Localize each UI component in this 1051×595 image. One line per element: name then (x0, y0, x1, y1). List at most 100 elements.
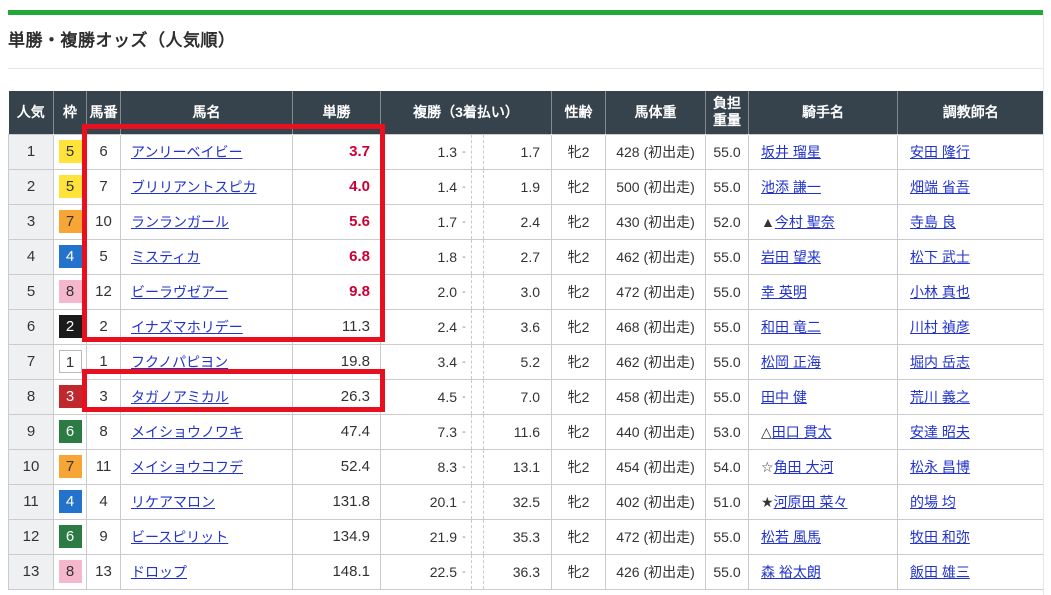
horse-name-link[interactable]: メイショウコフデ (131, 459, 243, 475)
trainer-link[interactable]: 畑端 省吾 (910, 179, 970, 195)
jockey-link[interactable]: 河原田 菜々 (774, 494, 848, 510)
horse-name-link[interactable]: ビースピリット (131, 529, 228, 545)
jockey-link[interactable]: 岩田 望来 (761, 249, 821, 265)
frame-cell: 7 (54, 204, 87, 239)
apprentice-mark: ▲ (761, 214, 775, 230)
horse-name-link[interactable]: イナズマホリデー (131, 319, 243, 335)
sex-age-cell: 牝2 (552, 204, 606, 239)
frame-badge: 2 (59, 315, 82, 338)
jockey-cell: 松若 風馬 (749, 519, 898, 554)
place-odds-max: 3.6 (484, 319, 551, 335)
place-odds-dash: - (457, 286, 471, 298)
horse-name-link[interactable]: フクノパピヨン (131, 354, 228, 370)
popularity-cell: 2 (9, 169, 54, 204)
jockey-link[interactable]: 幸 英明 (761, 284, 807, 300)
popularity-cell: 12 (9, 519, 54, 554)
col-header-place-odds: 複勝（3着払い） (381, 91, 552, 134)
place-odds-wrap: 3.4 - 5.2 (381, 345, 551, 379)
frame-cell: 8 (54, 554, 87, 589)
jockey-link[interactable]: 森 裕太朗 (761, 564, 821, 580)
horse-name-link[interactable]: メイショウノワキ (131, 424, 243, 440)
horse-name-link[interactable]: タガノアミカル (131, 389, 229, 405)
jockey-link[interactable]: 松岡 正海 (761, 354, 821, 370)
apprentice-mark: ★ (761, 494, 774, 510)
frame-cell: 8 (54, 274, 87, 309)
win-odds-cell: 148.1 (293, 554, 381, 589)
place-odds-separator (471, 450, 484, 484)
win-odds-cell: 11.3 (293, 309, 381, 344)
trainer-link[interactable]: 川村 禎彦 (910, 319, 970, 335)
horse-number-cell: 10 (87, 204, 121, 239)
trainer-link[interactable]: 安田 隆行 (910, 144, 970, 160)
jockey-link[interactable]: 坂井 瑠星 (761, 144, 821, 160)
place-odds-dash: - (457, 251, 471, 263)
table-row: 10 7 11 メイショウコフデ 52.4 8.3 - 13.1 牝2 454 … (9, 449, 1044, 484)
horse-name-cell: メイショウコフデ (121, 449, 293, 484)
place-odds-dash: - (457, 391, 471, 403)
trainer-link[interactable]: 小林 真也 (910, 284, 970, 300)
place-odds-min: 20.1 (381, 494, 457, 510)
frame-badge: 8 (59, 280, 82, 303)
place-odds-max: 35.3 (484, 529, 551, 545)
horse-number-cell: 1 (87, 344, 121, 379)
popularity-cell: 8 (9, 379, 54, 414)
horse-name-link[interactable]: ブリリアントスピカ (131, 179, 256, 195)
jockey-cell: ☆角田 大河 (749, 449, 898, 484)
place-odds-separator (471, 485, 484, 519)
trainer-link[interactable]: 的場 均 (910, 494, 956, 510)
place-odds-min: 22.5 (381, 564, 457, 580)
load-weight-cell: 55.0 (706, 519, 749, 554)
jockey-link[interactable]: 松若 風馬 (761, 529, 821, 545)
place-odds-min: 21.9 (381, 529, 457, 545)
horse-number-cell: 12 (87, 274, 121, 309)
place-odds-min: 4.5 (381, 389, 457, 405)
trainer-link[interactable]: 飯田 雄三 (910, 564, 970, 580)
table-row: 9 6 8 メイショウノワキ 47.4 7.3 - 11.6 牝2 440 (初… (9, 414, 1044, 449)
frame-cell: 3 (54, 379, 87, 414)
odds-table: 人気 枠 馬番 馬名 単勝 複勝（3着払い） 性齢 馬体重 負担重量 騎手名 調… (8, 91, 1044, 590)
jockey-link[interactable]: 角田 大河 (774, 459, 834, 475)
sex-age-cell: 牝2 (552, 414, 606, 449)
horse-name-link[interactable]: アンリーベイビー (131, 144, 242, 160)
trainer-link[interactable]: 荒川 義之 (910, 389, 970, 405)
jockey-link[interactable]: 池添 謙一 (761, 179, 821, 195)
horse-name-link[interactable]: リケアマロン (131, 494, 215, 510)
place-odds-cell: 2.4 - 3.6 (381, 309, 552, 344)
frame-cell: 6 (54, 519, 87, 554)
horse-name-link[interactable]: ドロップ (131, 564, 187, 580)
horse-name-cell: ビーラヴゼアー (121, 274, 293, 309)
place-odds-cell: 7.3 - 11.6 (381, 414, 552, 449)
trainer-cell: 寺島 良 (898, 204, 1044, 239)
col-header-load-weight: 負担重量 (706, 91, 749, 134)
horse-weight-cell: 500 (初出走) (606, 169, 706, 204)
place-odds-separator (471, 555, 484, 589)
trainer-link[interactable]: 寺島 良 (910, 214, 956, 230)
place-odds-separator (471, 380, 484, 414)
place-odds-dash: - (457, 496, 471, 508)
header-row: 人気 枠 馬番 馬名 単勝 複勝（3着払い） 性齢 馬体重 負担重量 騎手名 調… (9, 91, 1044, 134)
place-odds-dash: - (457, 566, 471, 578)
trainer-cell: 川村 禎彦 (898, 309, 1044, 344)
trainer-link[interactable]: 堀内 岳志 (910, 354, 970, 370)
win-odds-cell: 6.8 (293, 239, 381, 274)
trainer-link[interactable]: 安達 昭夫 (910, 424, 970, 440)
trainer-link[interactable]: 松下 武士 (910, 249, 970, 265)
jockey-link[interactable]: 今村 聖奈 (775, 214, 835, 230)
horse-weight-cell: 454 (初出走) (606, 449, 706, 484)
popularity-cell: 11 (9, 484, 54, 519)
jockey-link[interactable]: 田口 貫太 (772, 424, 832, 440)
horse-name-link[interactable]: ビーラヴゼアー (131, 284, 228, 300)
place-odds-wrap: 22.5 - 36.3 (381, 555, 551, 589)
trainer-link[interactable]: 牧田 和弥 (910, 529, 970, 545)
load-weight-cell: 55.0 (706, 134, 749, 169)
frame-cell: 7 (54, 449, 87, 484)
horse-name-link[interactable]: ミスティカ (131, 249, 200, 265)
horse-name-cell: ビースピリット (121, 519, 293, 554)
frame-badge: 1 (59, 350, 82, 373)
place-odds-min: 1.8 (381, 249, 457, 265)
trainer-link[interactable]: 松永 昌博 (910, 459, 970, 475)
frame-cell: 1 (54, 344, 87, 379)
jockey-link[interactable]: 和田 竜二 (761, 319, 821, 335)
horse-name-link[interactable]: ランランガール (131, 214, 229, 230)
jockey-link[interactable]: 田中 健 (761, 389, 807, 405)
